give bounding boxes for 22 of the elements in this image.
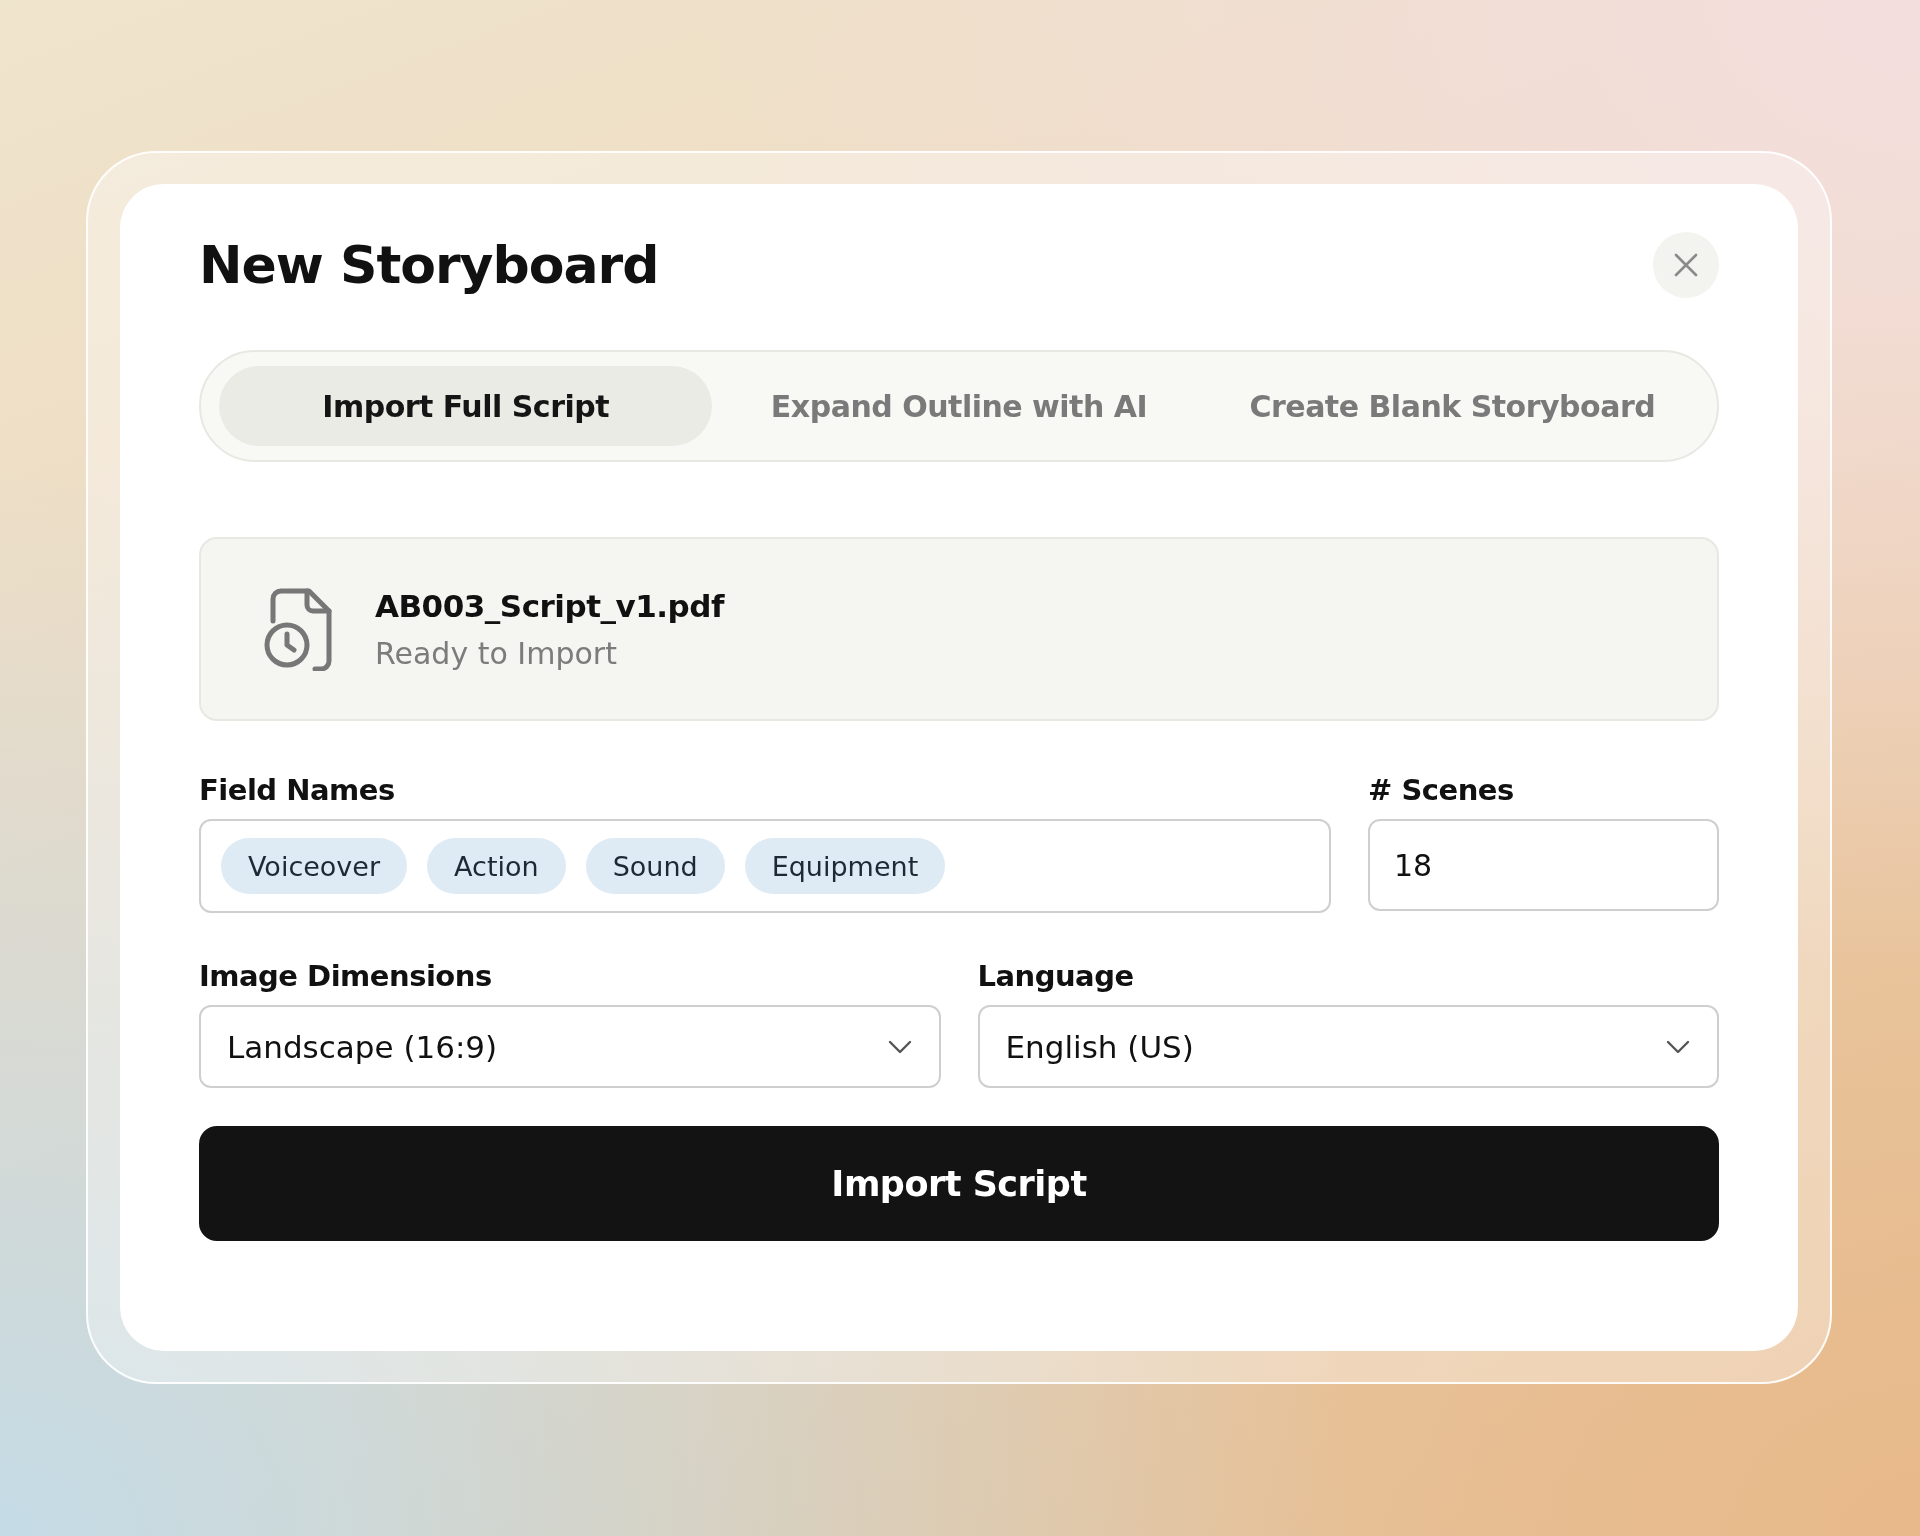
tag[interactable]: Action	[427, 838, 566, 894]
tag-input[interactable]: Voiceover Action Sound Equipment	[199, 819, 1331, 913]
tab[interactable]: Import Full Script	[219, 366, 713, 446]
tag[interactable]: Sound	[585, 838, 725, 894]
field-label: Image Dimensions	[199, 959, 493, 993]
dropdown[interactable]: Landscape (16:9)	[199, 1005, 941, 1088]
file-name: AB003_Script_v1.pdf	[375, 587, 724, 624]
chevron-down-icon	[886, 1038, 913, 1055]
tag[interactable]: Equipment	[744, 838, 946, 894]
close-icon	[1674, 253, 1698, 277]
tag[interactable]: Voiceover	[221, 838, 408, 894]
dialog-title: New Storyboard	[199, 235, 659, 295]
field-label: # Scenes	[1368, 773, 1515, 807]
tab[interactable]: Create Blank Storyboard	[1205, 366, 1699, 446]
tab[interactable]: Expand Outline with AI	[712, 366, 1206, 446]
file-status: Ready to Import	[375, 635, 618, 671]
number-field[interactable]: 18	[1368, 819, 1719, 911]
import-script-button[interactable]: Import Script	[199, 1126, 1719, 1241]
field-label: Language	[977, 959, 1135, 993]
dropdown[interactable]: English (US)	[977, 1005, 1719, 1088]
chevron-down-icon	[1665, 1038, 1691, 1055]
field-label: Field Names	[199, 773, 396, 807]
